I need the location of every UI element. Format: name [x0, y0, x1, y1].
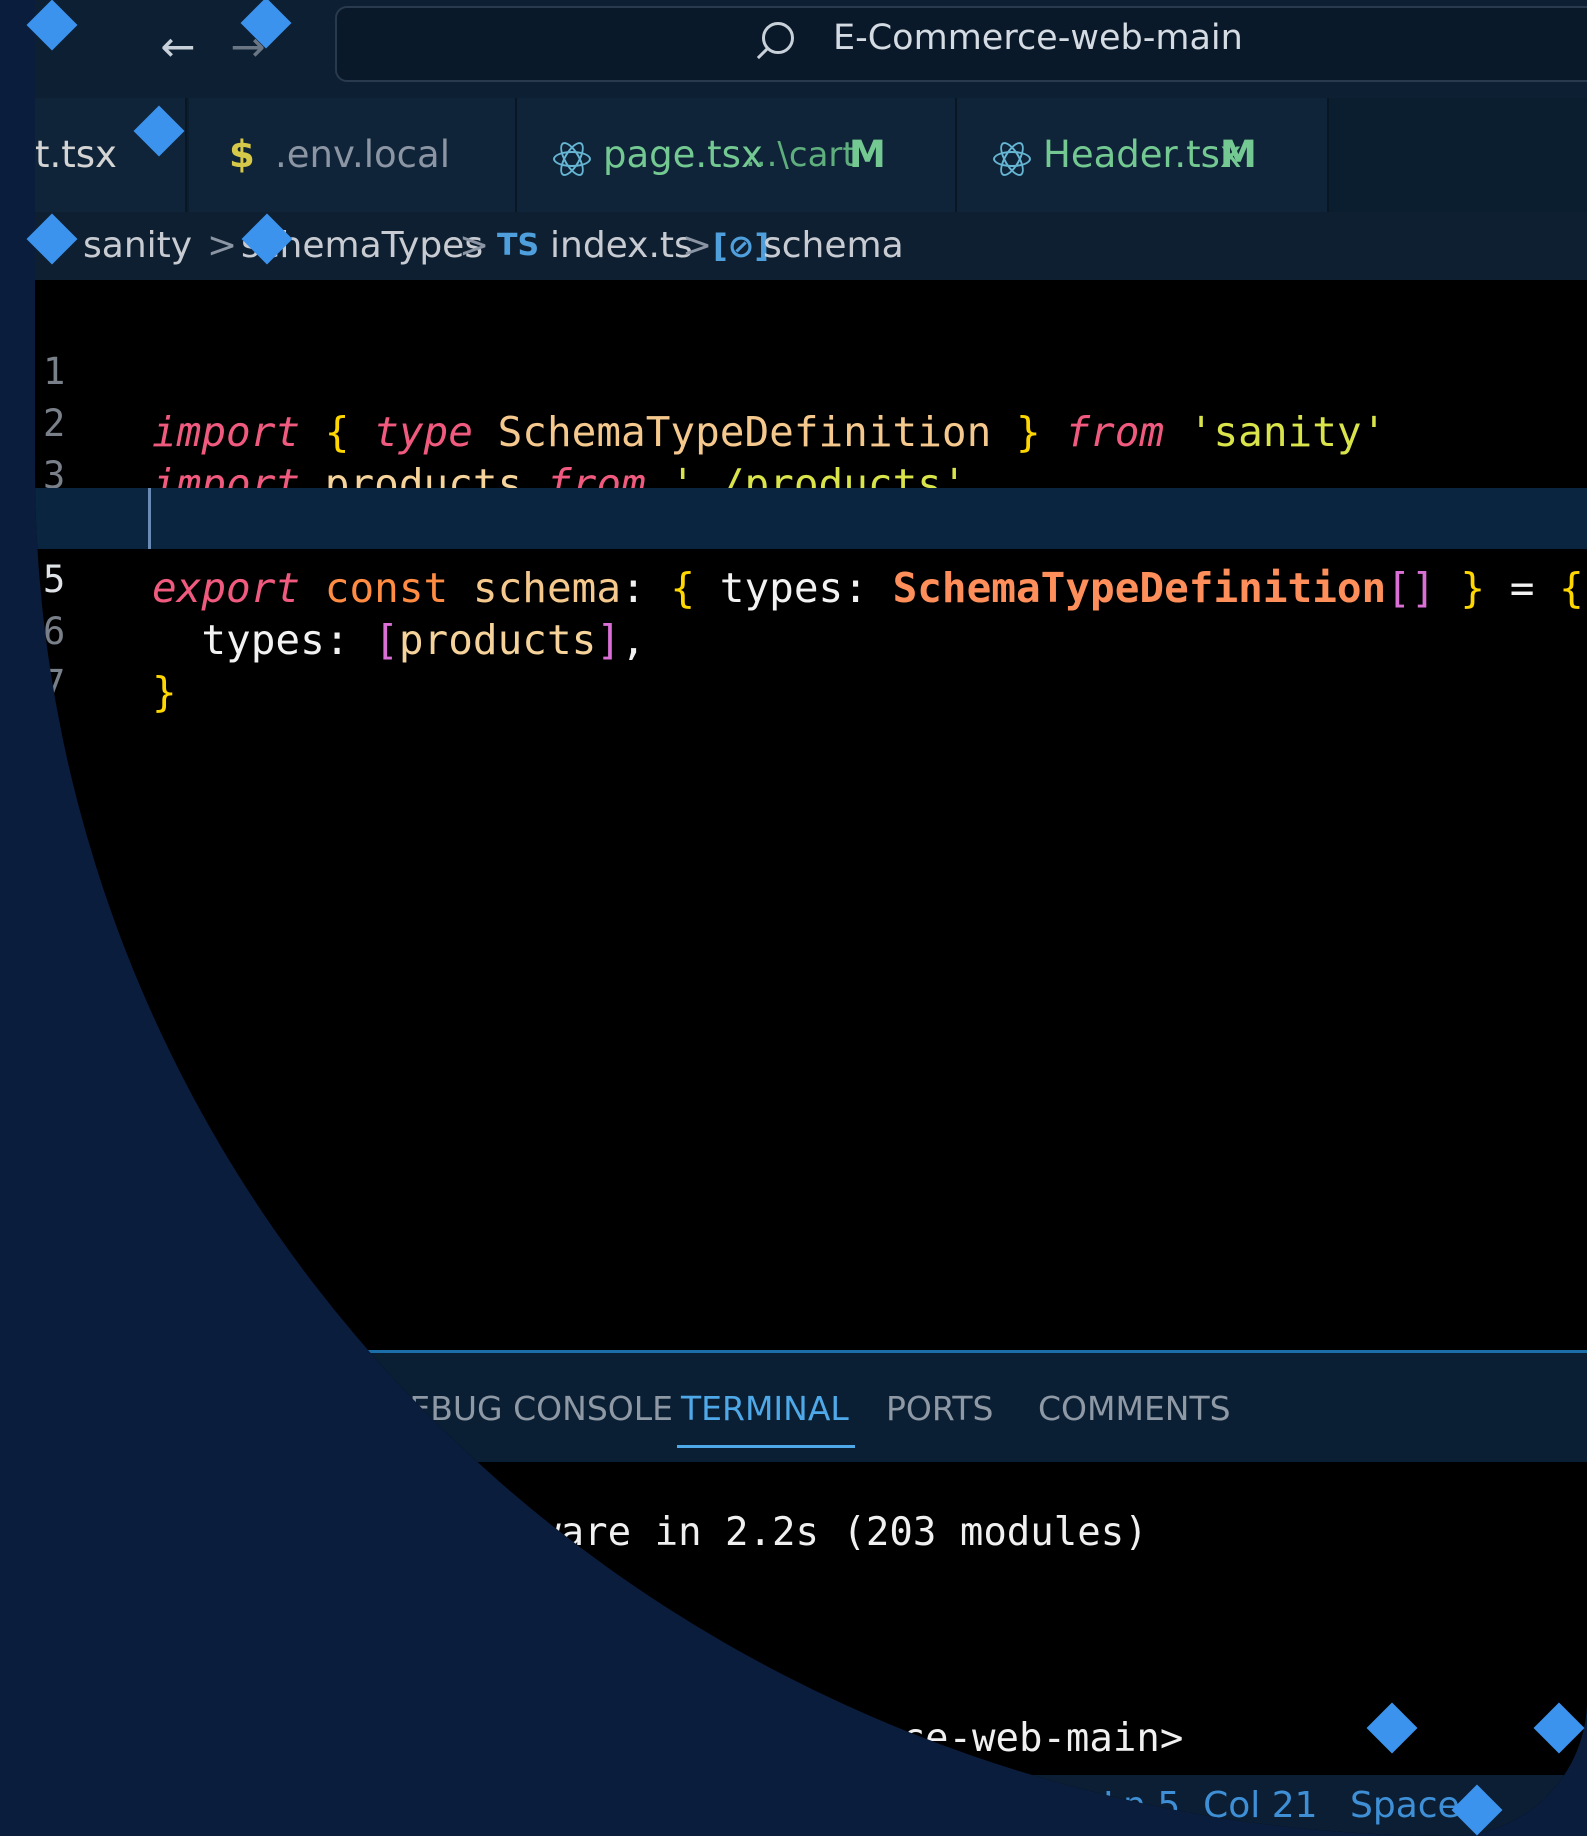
cursor-position[interactable]: Ln 5, Col 21	[1103, 1775, 1318, 1836]
tab-header-tsx[interactable]: Header.tsx M	[957, 98, 1329, 212]
tab-problems[interactable]: MS	[110, 1389, 159, 1428]
breadcrumb-schema[interactable]: schema	[763, 212, 904, 280]
tab-terminal[interactable]: TERMINAL	[677, 1389, 855, 1448]
arrow-left-icon[interactable]: ←	[153, 22, 203, 72]
modified-badge: M	[1220, 133, 1257, 176]
window-title: E-Commerce-web-main	[833, 18, 1243, 58]
terminal-prompt: ckathon works\E-Commerce-web-main>	[385, 1716, 1184, 1761]
typescript-icon: TS	[497, 228, 540, 263]
git-blame[interactable]: uhammad usman (17 hours ago)	[487, 1775, 1079, 1836]
command-center[interactable]: E-Commerce-web-main	[335, 6, 1587, 82]
breadcrumb-index-ts[interactable]: index.ts	[550, 212, 693, 280]
tab-bar: t.tsx $ .env.local page.tsx ...\cart M H…	[35, 98, 1587, 212]
tab-output[interactable]: OUTPUT	[207, 1389, 342, 1428]
tab-comments[interactable]: COMMENTS	[1038, 1389, 1231, 1428]
chevron-right-icon: >	[459, 225, 490, 266]
react-icon	[993, 138, 1031, 179]
line-number: 7	[43, 662, 66, 705]
tab-label: .env.local	[275, 133, 450, 176]
code-line[interactable]: 7	[35, 592, 1587, 705]
breadcrumb-sanity[interactable]: sanity	[83, 212, 192, 280]
tab-env-local[interactable]: $ .env.local	[189, 98, 517, 212]
tab-label: Header.tsx	[1043, 133, 1242, 176]
tab-page-tsx[interactable]: page.tsx ...\cart M	[517, 98, 957, 212]
chevron-right-icon: >	[682, 225, 713, 266]
modified-badge: M	[849, 133, 886, 176]
vscode-window: ← → E-Commerce-web-main t.tsx $ .env.loc…	[35, 0, 1587, 1836]
variable-symbol-icon: [⊘]	[713, 227, 770, 265]
tab-ports[interactable]: PORTS	[886, 1389, 994, 1428]
tab-label: t.tsx	[35, 133, 117, 176]
status-bar: uhammad usman (17 hours ago) Ln 5, Col 2…	[35, 1775, 1587, 1836]
dollar-icon: $	[229, 133, 255, 176]
panel-tab-bar: MS OUTPUT DEBUG CONSOLE TERMINAL PORTS C…	[35, 1350, 1587, 1465]
tab-debug-console[interactable]: DEBUG CONSOLE	[384, 1389, 673, 1428]
code-editor[interactable]: 1 import { type SchemaTypeDefinition } f…	[35, 280, 1587, 1350]
terminal-line: led /src/middleware in 2.2s (203 modules…	[185, 1510, 1148, 1555]
terminal-restored-badge: estored	[255, 1612, 511, 1668]
terminal[interactable]: led /src/middleware in 2.2s (203 modules…	[35, 1462, 1587, 1775]
tab-path: ...\cart	[745, 135, 856, 175]
chevron-right-icon: >	[207, 225, 238, 266]
tab-label: page.tsx	[603, 133, 763, 176]
search-icon	[762, 22, 794, 54]
indentation-spaces[interactable]: Space	[1350, 1775, 1460, 1836]
react-icon	[553, 138, 591, 179]
